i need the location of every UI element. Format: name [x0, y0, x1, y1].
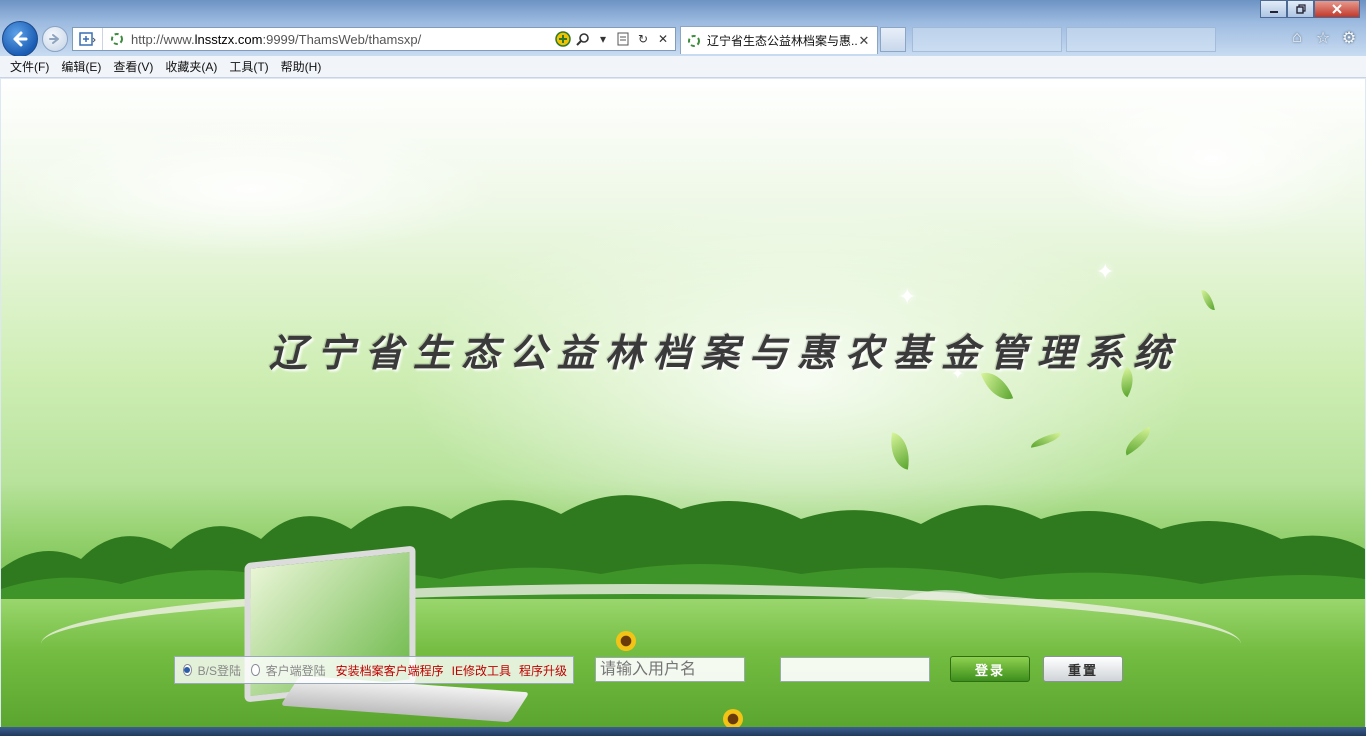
menu-edit[interactable]: 编辑(E) [55, 58, 107, 75]
url-prefix: http://www. [131, 31, 195, 47]
path-curve [41, 584, 1241, 704]
compat-view-icon [78, 32, 96, 46]
menu-help[interactable]: 帮助(H) [275, 58, 328, 75]
tab-active[interactable]: 辽宁省生态公益林档案与惠... ✕ [680, 26, 878, 54]
cloud [1, 119, 501, 259]
stop-icon[interactable]: ✕ [655, 31, 671, 47]
leaf-decoration [1201, 288, 1215, 312]
reset-button[interactable]: 重置 [1043, 656, 1123, 682]
sparkle-decoration: ✦ [898, 284, 917, 309]
forward-arrow-icon [49, 34, 59, 44]
login-options-panel: B/S登陆 客户端登陆 安装档案客户端程序 IE修改工具 程序升级 [174, 656, 574, 684]
new-tab-button[interactable] [880, 27, 906, 52]
gear-icon[interactable]: ⚙ [1340, 29, 1358, 47]
address-url[interactable]: http://www.lnsstzx.com:9999/ThamsWeb/tha… [131, 32, 555, 47]
menu-bar: 文件(F) 编辑(E) 查看(V) 收藏夹(A) 工具(T) 帮助(H) [0, 56, 1366, 78]
ie-tool-link[interactable]: IE修改工具 [452, 662, 511, 679]
loading-icon [109, 31, 125, 47]
search-icon[interactable] [575, 31, 591, 47]
refresh-icon[interactable]: ↻ [635, 31, 651, 47]
username-input[interactable] [595, 657, 745, 682]
laptop-illustration [244, 545, 535, 727]
menu-tools[interactable]: 工具(T) [223, 58, 274, 75]
windows-taskbar [0, 727, 1366, 736]
restore-icon [1295, 4, 1306, 14]
forward-button[interactable] [42, 26, 68, 52]
sunflower-decoration [723, 709, 743, 727]
radio-client-login[interactable] [250, 664, 260, 676]
dropdown-icon[interactable]: ▾ [595, 31, 611, 47]
sparkle-decoration: ✦ [1096, 259, 1115, 284]
home-icon[interactable]: ⌂ [1288, 29, 1306, 47]
background-tab[interactable] [912, 27, 1062, 52]
minimize-icon [1269, 11, 1278, 13]
compat-icon[interactable] [615, 31, 631, 47]
url-path: :9999/ThamsWeb/thamsxp/ [262, 31, 422, 47]
radio-bs-login-label[interactable]: B/S登陆 [198, 662, 241, 679]
menu-file[interactable]: 文件(F) [4, 58, 55, 75]
compat-view-button[interactable] [73, 28, 103, 50]
tab-close-icon[interactable]: ✕ [857, 33, 871, 49]
background-tab[interactable] [1066, 27, 1216, 52]
back-arrow-icon [13, 31, 28, 47]
password-input[interactable] [780, 657, 930, 682]
close-icon [1332, 4, 1342, 14]
sunflower-decoration [616, 631, 636, 651]
addon-icon[interactable] [555, 31, 571, 47]
menu-view[interactable]: 查看(V) [107, 58, 159, 75]
menu-favorites[interactable]: 收藏夹(A) [159, 58, 223, 75]
radio-client-login-label[interactable]: 客户端登陆 [266, 662, 326, 679]
cloud [1051, 79, 1365, 239]
tab-loading-icon [688, 34, 700, 47]
login-button[interactable]: 登录 [950, 656, 1030, 682]
restore-button[interactable] [1287, 0, 1314, 18]
browser-toolbar: http://www.lnsstzx.com:9999/ThamsWeb/tha… [0, 0, 1366, 57]
install-client-link[interactable]: 安装档案客户端程序 [336, 662, 444, 679]
close-window-button[interactable] [1314, 0, 1360, 18]
url-domain: lnsstzx.com [194, 31, 263, 47]
address-bar[interactable]: http://www.lnsstzx.com:9999/ThamsWeb/tha… [72, 27, 676, 51]
star-icon[interactable]: ☆ [1314, 29, 1332, 47]
minimize-button[interactable] [1260, 0, 1287, 18]
radio-bs-login[interactable] [183, 664, 192, 676]
tab-title: 辽宁省生态公益林档案与惠... [707, 34, 857, 48]
login-page: ✦ ✦ ✦ 辽宁省生态公益林档案与惠农基金管理系统 B/S登陆 客户端登陆 安装… [1, 79, 1365, 727]
upgrade-link[interactable]: 程序升级 [519, 662, 567, 679]
system-title: 辽宁省生态公益林档案与惠农基金管理系统 [269, 330, 1182, 375]
back-button[interactable] [2, 21, 38, 57]
